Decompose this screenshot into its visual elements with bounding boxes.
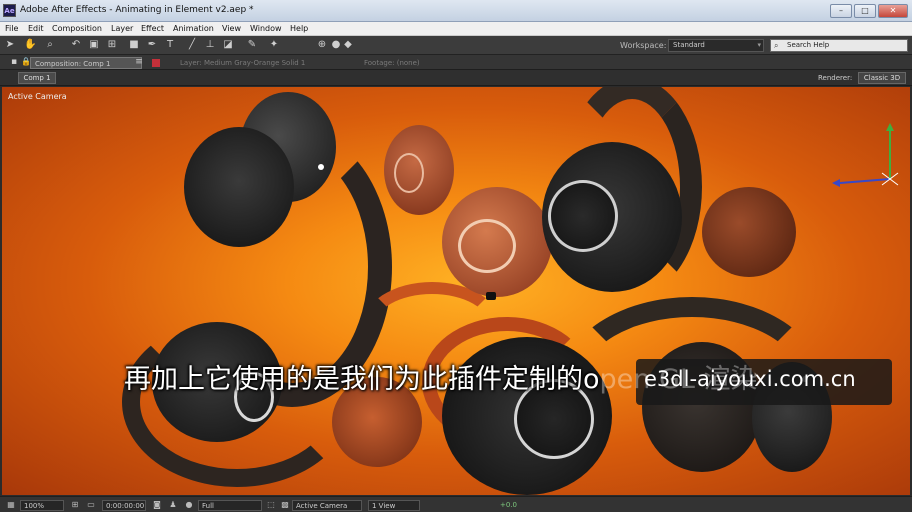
z-axis-arrow-icon — [832, 179, 840, 187]
menu-layer[interactable]: Layer — [111, 24, 133, 33]
headphone-cup — [542, 142, 682, 292]
panel-menu-icon[interactable]: ▪ — [8, 56, 20, 68]
close-tab-icon[interactable]: ≡ — [133, 56, 145, 68]
search-placeholder: Search Help — [787, 41, 830, 49]
headphone-cup — [184, 127, 294, 247]
view-camera-select[interactable]: Active Camera — [292, 500, 362, 511]
view-layout-select[interactable]: 1 View — [368, 500, 420, 511]
3d-axis-gizmo[interactable] — [830, 123, 910, 193]
tab-layer-label: Layer: Medium Gray-Orange Solid 1 — [180, 59, 306, 67]
menu-composition[interactable]: Composition — [52, 24, 102, 33]
maximize-icon[interactable]: □ — [854, 4, 876, 18]
selection-tool-icon[interactable]: ➤ — [4, 39, 16, 51]
search-help-input[interactable]: ⌕ Search Help — [770, 39, 908, 52]
close-icon[interactable]: ✕ — [878, 4, 908, 18]
renderer-select[interactable]: Classic 3D — [858, 72, 906, 84]
tools-panel: ➤ ✋ ⌕ ↶ ▣ ⊞ ■ ✒ T ╱ ⊥ ◪ ✎ ✦ ⊕ ● ◆ Worksp… — [0, 36, 912, 55]
clone-stamp-tool-icon[interactable]: ⊥ — [204, 39, 216, 51]
menu-effect[interactable]: Effect — [141, 24, 164, 33]
view-axis-icon[interactable]: ◆ — [342, 39, 354, 51]
zoom-select[interactable]: 100% — [20, 500, 64, 511]
menu-edit[interactable]: Edit — [28, 24, 44, 33]
rectangle-tool-icon[interactable]: ■ — [128, 39, 140, 51]
always-preview-icon[interactable]: ▦ — [6, 500, 16, 510]
headphone-led — [318, 164, 324, 170]
camera-tool-icon[interactable]: ▣ — [88, 39, 100, 51]
tab-layer[interactable]: Layer: Medium Gray-Orange Solid 1 — [176, 57, 326, 69]
eraser-tool-icon[interactable]: ◪ — [222, 39, 234, 51]
pen-tool-icon[interactable]: ✒ — [146, 39, 158, 51]
viewer-status-bar: ▦ 100% ⊞ ▭ 0:00:00:00 ◙ ♟ ● Full ⬚ ▩ Act… — [0, 496, 912, 512]
comp-chip[interactable]: Comp 1 — [18, 72, 56, 84]
chevron-down-icon: ▾ — [757, 41, 761, 49]
subtitle-text: 再加上它使用的是我们为此插件定制的o — [124, 364, 600, 395]
transparency-grid-icon[interactable]: ▩ — [280, 500, 290, 510]
viewer-header: Comp 1 Renderer: Classic 3D — [0, 70, 912, 86]
roto-brush-tool-icon[interactable]: ✎ — [246, 39, 258, 51]
tab-footage[interactable]: Footage: (none) — [360, 57, 450, 69]
headphone-cup — [702, 187, 796, 277]
exposure-value[interactable]: +0.0 — [500, 500, 517, 511]
hand-tool-icon[interactable]: ✋ — [24, 39, 36, 51]
active-camera-label: Active Camera — [8, 92, 67, 101]
cup-ring — [548, 180, 618, 252]
text-tool-icon[interactable]: T — [164, 39, 176, 51]
region-of-interest-icon[interactable]: ⬚ — [266, 500, 276, 510]
rotate-tool-icon[interactable]: ↶ — [70, 39, 82, 51]
title-bar: Ae Adobe After Effects - Animating in El… — [0, 0, 912, 22]
channel-icon[interactable]: ● — [184, 500, 194, 510]
menu-help[interactable]: Help — [290, 24, 308, 33]
workspace-value: Standard — [673, 41, 705, 49]
y-axis-arrow-icon — [886, 123, 894, 131]
after-effects-app-icon: Ae — [3, 4, 16, 17]
pan-behind-tool-icon[interactable]: ⊞ — [106, 39, 118, 51]
axis-mode-icon[interactable]: ⊕ — [316, 39, 328, 51]
snapshot-icon[interactable]: ◙ — [152, 500, 162, 510]
cup-ring — [394, 153, 424, 193]
timecode-display[interactable]: 0:00:00:00 — [102, 500, 146, 511]
world-axis-icon[interactable]: ● — [330, 39, 342, 51]
zoom-tool-icon[interactable]: ⌕ — [44, 39, 56, 51]
subtitle-ghost-text: pen GL 渲染 — [599, 364, 758, 395]
cup-ring — [458, 219, 516, 273]
viewer-panel-tabs: ▪ 🔒 Composition: Comp 1 ≡ Layer: Medium … — [0, 55, 912, 70]
video-subtitle: 再加上它使用的是我们为此插件定制的open GL 渲染 — [124, 357, 758, 396]
minimize-icon[interactable]: – — [830, 4, 852, 18]
workspace-label: Workspace: — [620, 41, 667, 50]
menu-bar: File Edit Composition Layer Effect Anima… — [0, 22, 912, 36]
grid-overlay-icon[interactable]: ⊞ — [70, 500, 80, 510]
menu-view[interactable]: View — [222, 24, 241, 33]
headphone-cup — [442, 187, 552, 297]
mask-visibility-icon[interactable]: ▭ — [86, 500, 96, 510]
resolution-select[interactable]: Full — [198, 500, 262, 511]
menu-animation[interactable]: Animation — [173, 24, 214, 33]
menu-window[interactable]: Window — [250, 24, 282, 33]
window-controls: – □ ✕ — [830, 4, 908, 18]
show-snapshot-icon[interactable]: ♟ — [168, 500, 178, 510]
renderer-label: Renderer: — [818, 74, 853, 82]
headphone-band — [332, 87, 562, 137]
z-axis-handle — [839, 178, 891, 184]
window-title: Adobe After Effects - Animating in Eleme… — [20, 5, 254, 15]
tab-composition[interactable]: Composition: Comp 1 — [30, 57, 142, 69]
search-icon: ⌕ — [774, 41, 779, 50]
puppet-tool-icon[interactable]: ✦ — [268, 39, 280, 51]
layer-color-swatch — [152, 59, 160, 67]
composition-viewer[interactable]: Active Camera — [2, 87, 910, 495]
brush-tool-icon[interactable]: ╱ — [186, 39, 198, 51]
tab-footage-label: Footage: (none) — [364, 59, 420, 67]
camera-icon — [486, 292, 496, 300]
workspace-select[interactable]: Standard ▾ — [668, 39, 764, 52]
tab-composition-label: Composition: Comp 1 — [35, 60, 111, 68]
menu-file[interactable]: File — [5, 24, 18, 33]
headphone-cup — [384, 125, 454, 215]
